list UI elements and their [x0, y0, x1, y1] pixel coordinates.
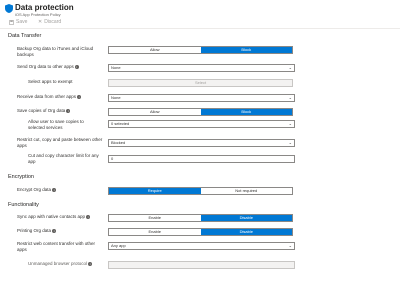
backup-toggle[interactable]: Allow Block [108, 46, 293, 54]
save-icon [9, 19, 14, 25]
restrict-cut-select[interactable]: Blocked ⌄ [108, 139, 295, 147]
save-copies-block-option[interactable]: Block [200, 109, 292, 115]
save-copies-allow-option[interactable]: Allow [109, 109, 201, 115]
section-data-transfer: Data Transfer [8, 33, 42, 39]
encrypt-not-required-option[interactable]: Not required [201, 188, 293, 194]
info-icon[interactable]: i [74, 64, 79, 69]
sync-toggle[interactable]: Enable Disable [108, 214, 293, 222]
allow-save-label: Allow user to save copies to selected se… [28, 119, 84, 130]
select-exempt-button[interactable]: Select [108, 79, 293, 87]
info-icon[interactable]: i [66, 108, 71, 113]
save-label: Save [16, 19, 28, 25]
save-button[interactable]: Save [9, 19, 27, 25]
encrypt-toggle[interactable]: Require Not required [108, 187, 293, 195]
close-icon: ✕ [38, 19, 43, 25]
chevron-down-icon: ⌄ [288, 65, 292, 70]
backup-allow-option[interactable]: Allow [109, 47, 201, 53]
printing-toggle[interactable]: Enable Disable [108, 228, 293, 236]
chevron-down-icon: ⌄ [288, 95, 292, 100]
info-icon[interactable]: i [86, 214, 91, 219]
unmanaged-label: Unmanaged browser protocol i [28, 261, 93, 266]
unmanaged-input[interactable] [108, 261, 295, 269]
char-limit-label: Cut and copy character limit for any app [28, 153, 99, 164]
allow-save-select[interactable]: 0 selected ⌄ [108, 120, 295, 128]
chevron-down-icon: ⌄ [288, 140, 292, 145]
sync-disable-option[interactable]: Disable [200, 215, 292, 221]
printing-disable-option[interactable]: Disable [200, 229, 292, 235]
section-encryption: Encryption [8, 174, 34, 180]
section-functionality: Functionality [8, 202, 39, 208]
shield-icon [5, 4, 13, 13]
info-icon[interactable]: i [52, 228, 57, 233]
backup-label: Backup Org data to iTunes and iCloud bac… [17, 46, 94, 57]
discard-label: Discard [44, 19, 62, 25]
restrict-cut-label: Restrict cut, copy and paste between oth… [17, 137, 103, 148]
info-icon[interactable]: i [52, 187, 57, 192]
sync-label: Sync app with native contacts app i [17, 214, 91, 219]
backup-block-option[interactable]: Block [200, 47, 292, 53]
send-label: Send Org data to other apps i [17, 64, 79, 69]
save-copies-toggle[interactable]: Allow Block [108, 108, 293, 116]
page-title: Data protection [15, 3, 74, 12]
printing-label: Printing Org data i [17, 228, 57, 233]
save-copies-label: Save copies of Org data i [17, 108, 71, 113]
char-limit-input[interactable]: 0 [108, 155, 295, 163]
discard-button[interactable]: ✕ Discard [38, 19, 61, 25]
receive-label: Receive data from other apps i [17, 94, 82, 99]
receive-select[interactable]: None ⌄ [108, 94, 295, 102]
send-select[interactable]: None ⌄ [108, 64, 295, 72]
info-icon[interactable]: i [88, 261, 93, 266]
sync-enable-option[interactable]: Enable [109, 215, 201, 221]
printing-enable-option[interactable]: Enable [109, 229, 201, 235]
encrypt-label: Encrypt Org data i [17, 187, 57, 192]
select-exempt-label: Select apps to exempt [28, 79, 73, 84]
restrict-web-label: Restrict web content transfer with other… [17, 241, 96, 252]
info-icon[interactable]: i [77, 94, 82, 99]
chevron-down-icon: ⌄ [288, 243, 292, 248]
restrict-web-select[interactable]: Any app ⌄ [108, 242, 295, 250]
chevron-down-icon: ⌄ [288, 121, 292, 126]
encrypt-require-option[interactable]: Require [109, 188, 201, 194]
